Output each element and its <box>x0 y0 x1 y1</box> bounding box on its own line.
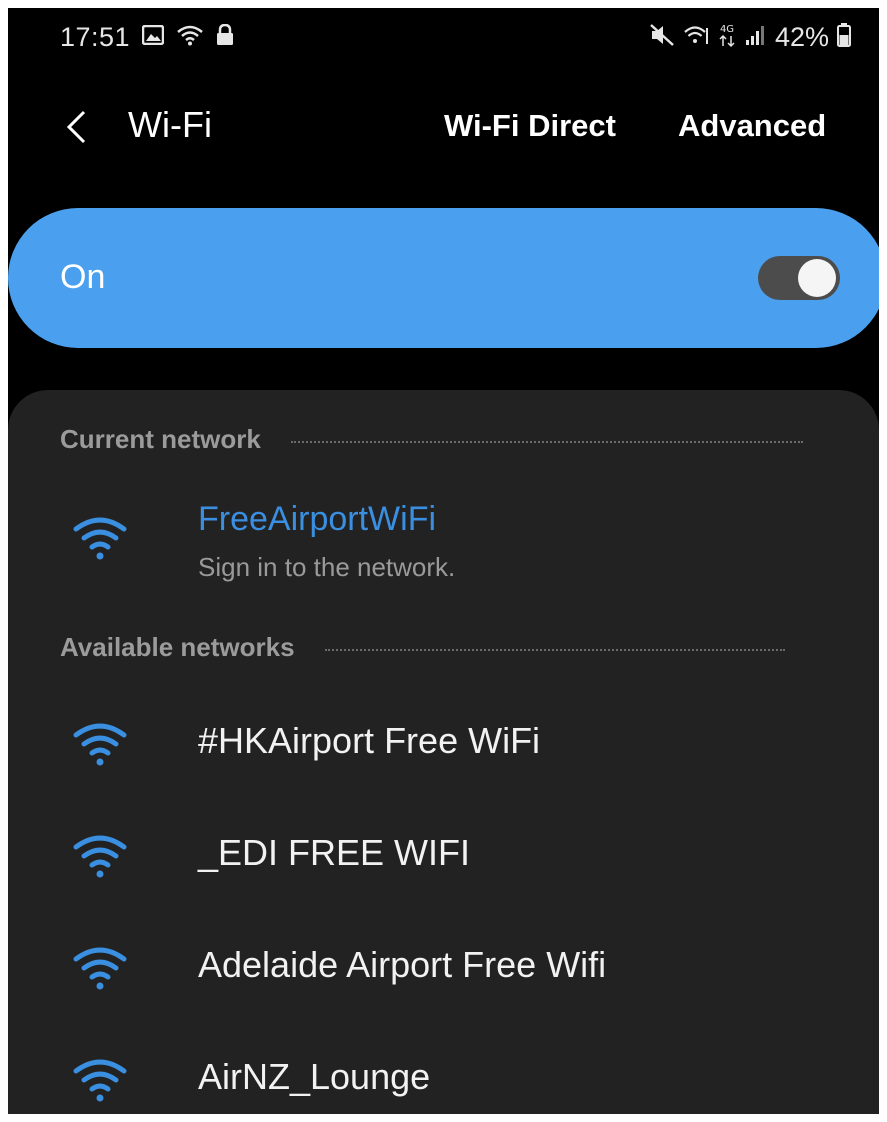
wifi-switch[interactable] <box>758 256 840 300</box>
network-item[interactable]: AirNZ_Lounge <box>8 1026 879 1114</box>
lock-icon <box>216 23 234 51</box>
phone-screen: 17:51 4G 42% Wi-Fi Wi-Fi Direct Advanced… <box>8 8 879 1114</box>
wifi-signal-icon <box>70 1056 130 1109</box>
toggle-label: On <box>60 258 106 296</box>
current-network-status: Sign in to the network. <box>198 552 456 582</box>
section-divider <box>324 648 785 651</box>
current-network-label: Current network <box>60 424 261 454</box>
mute-icon <box>649 23 675 52</box>
gallery-icon <box>141 24 165 50</box>
battery-icon <box>837 23 851 52</box>
chevron-left-icon <box>66 110 86 144</box>
svg-text:4G: 4G <box>720 24 734 35</box>
network-item[interactable]: Adelaide Airport Free Wifi <box>8 914 879 1022</box>
available-networks-label: Available networks <box>60 632 295 662</box>
back-button[interactable] <box>54 102 98 152</box>
current-network-header: Current network <box>60 424 803 455</box>
network-name: AirNZ_Lounge <box>198 1056 431 1097</box>
status-left: 17:51 <box>60 22 234 53</box>
wifi-signal-icon <box>70 720 130 773</box>
wifi-status-icon <box>176 24 204 51</box>
network-name: Adelaide Airport Free Wifi <box>198 944 607 985</box>
network-name: #HKAirport Free WiFi <box>198 720 541 761</box>
network-item[interactable]: #HKAirport Free WiFi <box>8 690 879 798</box>
4g-data-icon: 4G <box>717 22 737 53</box>
available-networks-header: Available networks <box>60 632 785 663</box>
wifi-signal-icon <box>70 944 130 997</box>
page-title: Wi-Fi <box>128 104 212 145</box>
section-divider <box>290 440 803 443</box>
wifi-calling-icon <box>683 24 709 51</box>
wifi-toggle-bar[interactable]: On <box>8 208 879 348</box>
network-name: _EDI FREE WIFI <box>198 832 471 873</box>
wifi-signal-icon <box>70 514 130 567</box>
advanced-button[interactable]: Advanced <box>678 108 826 144</box>
wifi-direct-button[interactable]: Wi-Fi Direct <box>444 108 616 144</box>
network-item[interactable]: _EDI FREE WIFI <box>8 802 879 910</box>
network-panel: Current network FreeAirportWiFi Sign in … <box>8 390 879 1114</box>
status-time: 17:51 <box>60 22 131 52</box>
status-right: 4G 42% <box>649 22 851 53</box>
current-network-name: FreeAirportWiFi <box>198 500 437 538</box>
status-bar: 17:51 4G 42% <box>8 8 879 68</box>
title-bar: Wi-Fi Wi-Fi Direct Advanced <box>8 88 879 168</box>
battery-percent: 42% <box>774 22 829 52</box>
current-network-item[interactable]: FreeAirportWiFi Sign in to the network. <box>8 488 879 598</box>
wifi-signal-icon <box>70 832 130 885</box>
switch-knob <box>798 259 836 297</box>
signal-icon <box>745 24 767 51</box>
